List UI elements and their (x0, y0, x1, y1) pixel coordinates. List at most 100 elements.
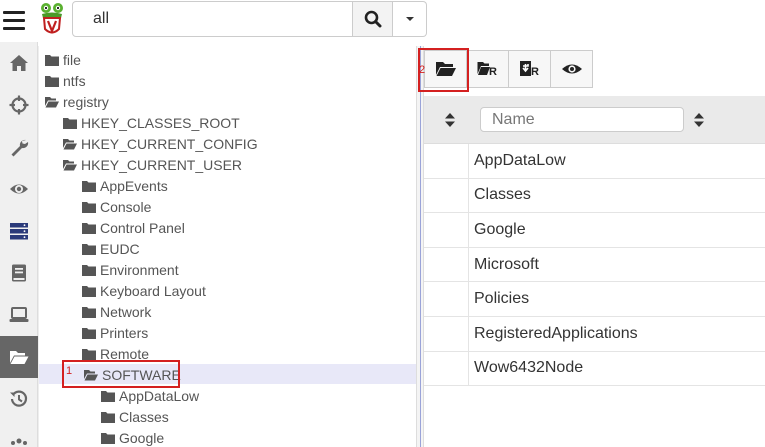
search-button[interactable] (353, 1, 393, 37)
tree-node-label: AppDataLow (119, 387, 200, 404)
sidebar-item-users[interactable] (0, 420, 38, 447)
folder-refresh-button[interactable]: R (466, 50, 509, 88)
row-select-cell[interactable] (424, 144, 469, 178)
eye-icon (561, 64, 582, 74)
history-icon (10, 390, 28, 407)
tree-node[interactable]: Classes (101, 406, 169, 427)
annotation-box (62, 360, 180, 388)
home-icon (10, 55, 28, 71)
svg-text:R: R (531, 66, 539, 78)
tree-node-label: file (63, 51, 81, 68)
folder-icon (82, 327, 96, 339)
svg-text:R: R (489, 66, 497, 78)
download-refresh-button[interactable]: R (508, 50, 551, 88)
tree-node[interactable]: Network (82, 301, 151, 322)
top-bar (0, 0, 765, 42)
tree-node[interactable]: file (45, 49, 81, 70)
row-select-cell[interactable] (424, 247, 469, 282)
splitter-line (420, 46, 421, 447)
folder-icon (82, 306, 96, 318)
folder-icon (101, 411, 115, 423)
tree-node-label: HKEY_CURRENT_CONFIG (81, 135, 258, 152)
app-window: file ntfs registry HKEY_CLASSES_ROOT HKEY_CU… (0, 0, 765, 447)
table-row[interactable]: Policies (424, 282, 765, 317)
tree-node[interactable]: Keyboard Layout (82, 280, 206, 301)
tree-node[interactable]: HKEY_CLASSES_ROOT (63, 112, 240, 133)
row-select-cell[interactable] (424, 178, 469, 213)
tree-node[interactable]: Environment (82, 259, 179, 280)
tree-node[interactable]: AppEvents (82, 175, 168, 196)
tree-node[interactable]: ntfs (45, 70, 86, 91)
sort-icon[interactable] (445, 113, 455, 127)
tree-node[interactable]: registry (45, 91, 109, 112)
name-filter-input[interactable] (480, 107, 684, 132)
tree-node[interactable]: HKEY_CURRENT_CONFIG (63, 133, 258, 154)
tree-node[interactable]: AppDataLow (101, 385, 199, 406)
sort-icon[interactable] (694, 113, 704, 127)
tree-node[interactable]: Google (101, 427, 164, 447)
search-icon (364, 10, 381, 28)
sidebar-item-history[interactable] (0, 378, 38, 420)
tree-node-label: EUDC (100, 240, 140, 257)
sidebar-item-home[interactable] (0, 42, 38, 84)
caret-down-icon (405, 17, 414, 21)
row-select-cell[interactable] (424, 282, 469, 316)
tree-node-label: registry (63, 93, 109, 110)
sidebar (0, 42, 38, 447)
download-refresh-icon: R (519, 61, 539, 78)
folder-open-icon (63, 159, 77, 170)
sidebar-item-client[interactable] (0, 294, 38, 336)
folder-open-icon (10, 351, 29, 364)
tree-node[interactable]: HKEY_CURRENT_USER (63, 154, 242, 175)
folder-icon (45, 75, 59, 87)
sidebar-item-vfs[interactable] (0, 336, 38, 378)
table-row[interactable]: Classes (424, 178, 765, 214)
folder-open-icon (63, 138, 77, 149)
row-name-cell: Google (474, 220, 526, 238)
tree-node[interactable]: Console (82, 196, 151, 217)
sidebar-item-notebook[interactable] (0, 252, 38, 294)
logo-icon (41, 3, 63, 34)
row-name-cell: Policies (474, 290, 530, 308)
folder-icon (82, 348, 96, 360)
sidebar-item-servers[interactable] (0, 210, 38, 252)
table-row[interactable]: RegisteredApplications (424, 316, 765, 352)
crosshairs-icon (9, 95, 29, 115)
sidebar-item-tools[interactable] (0, 126, 38, 168)
server-icon (10, 223, 28, 240)
table-row[interactable]: AppDataLow (424, 144, 765, 179)
tree-node[interactable]: Printers (82, 322, 148, 343)
folder-icon (82, 180, 96, 192)
annotation-box (418, 48, 469, 92)
row-select-cell[interactable] (424, 316, 469, 351)
table-row[interactable]: Google (424, 213, 765, 248)
folder-refresh-icon: R (477, 62, 497, 78)
tree-node-label: Network (100, 303, 152, 320)
sidebar-item-hunts[interactable] (0, 84, 38, 126)
table-row[interactable]: Microsoft (424, 247, 765, 283)
search-dropdown-button[interactable] (393, 1, 427, 37)
table-row[interactable]: Wow6432Node (424, 351, 765, 387)
row-select-cell[interactable] (424, 351, 469, 386)
row-select-cell[interactable] (424, 213, 469, 247)
laptop-icon (9, 307, 29, 322)
row-name-cell: RegisteredApplications (474, 324, 638, 342)
folder-icon (101, 432, 115, 444)
annotation-number: 1 (66, 365, 73, 377)
folder-icon (63, 117, 77, 129)
tree-node-label: Keyboard Layout (100, 282, 206, 299)
table-header (424, 96, 765, 144)
row-name-cell: Classes (474, 186, 531, 204)
search-input[interactable] (72, 1, 353, 37)
hamburger-menu-icon[interactable] (3, 11, 25, 33)
tree-node[interactable]: Control Panel (82, 217, 185, 238)
row-name-cell: Wow6432Node (474, 359, 584, 377)
row-name-cell: AppDataLow (474, 151, 566, 169)
sidebar-item-view[interactable] (0, 168, 38, 210)
tree-node[interactable]: EUDC (82, 238, 140, 259)
tree-node-label: AppEvents (100, 177, 168, 194)
folder-open-icon (45, 96, 59, 107)
folder-icon (82, 285, 96, 297)
folder-icon (45, 54, 59, 66)
view-button[interactable] (550, 50, 593, 88)
